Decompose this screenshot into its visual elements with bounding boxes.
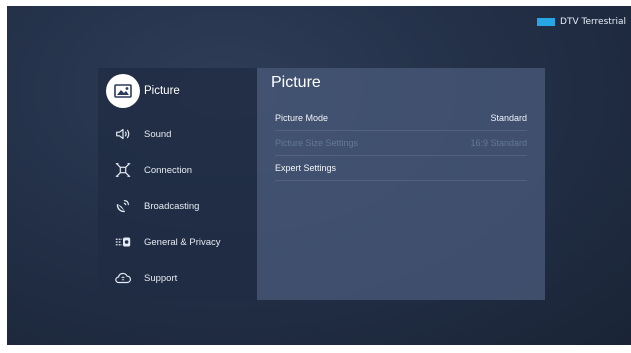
- picture-settings-panel: Picture Picture Mode Standard Picture Si…: [257, 68, 545, 300]
- sidebar-item-label: Picture: [144, 85, 180, 97]
- sidebar-item-picture[interactable]: Picture: [98, 72, 257, 110]
- sidebar-item-connection[interactable]: Connection: [98, 154, 257, 186]
- sidebar-item-label: Broadcasting: [144, 200, 200, 212]
- sidebar-item-broadcasting[interactable]: Broadcasting: [98, 190, 257, 222]
- support-cloud-icon: [112, 267, 134, 289]
- source-indicator: DTV Terrestrial: [537, 16, 626, 28]
- sidebar-item-general-privacy[interactable]: General & Privacy: [98, 226, 257, 258]
- picture-mode-row[interactable]: Picture Mode Standard: [275, 106, 527, 131]
- sidebar-item-sound[interactable]: Sound: [98, 118, 257, 150]
- connection-icon: [112, 159, 134, 181]
- row-value: Standard: [490, 113, 527, 123]
- row-label: Picture Size Settings: [275, 138, 359, 148]
- source-label: DTV Terrestrial: [560, 17, 626, 27]
- source-color-swatch: [537, 18, 556, 26]
- row-label: Expert Settings: [275, 163, 337, 173]
- panel-title: Picture: [271, 74, 321, 91]
- row-value: 16:9 Standard: [470, 138, 527, 148]
- picture-icon: [106, 74, 140, 108]
- picture-size-settings-row: Picture Size Settings 16:9 Standard: [275, 131, 527, 156]
- general-settings-icon: [112, 231, 134, 253]
- row-label: Picture Mode: [275, 113, 329, 123]
- tv-screen: DTV Terrestrial Picture Sound Connection…: [7, 6, 631, 345]
- settings-sidebar: Picture Sound Connection Broadcasting Ge…: [98, 68, 257, 300]
- sidebar-item-label: General & Privacy: [144, 236, 221, 248]
- expert-settings-row[interactable]: Expert Settings: [275, 156, 527, 181]
- speaker-icon: [112, 123, 134, 145]
- sidebar-item-label: Support: [144, 272, 178, 284]
- sidebar-item-label: Sound: [144, 128, 172, 140]
- sidebar-item-support[interactable]: Support: [98, 262, 257, 294]
- sidebar-item-label: Connection: [144, 164, 193, 176]
- satellite-icon: [112, 195, 134, 217]
